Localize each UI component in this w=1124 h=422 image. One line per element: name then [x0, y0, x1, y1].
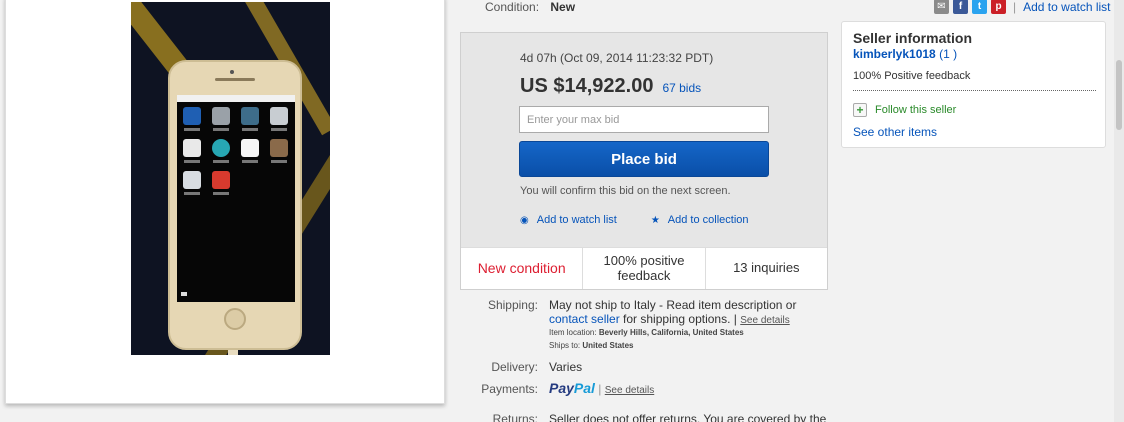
image-panel — [5, 0, 445, 404]
stat-positive-feedback: 100% positive feedback — [583, 248, 706, 289]
divider — [853, 90, 1096, 91]
share-bar: ✉ f t p | Add to watch list — [934, 0, 1111, 14]
pinterest-icon[interactable]: p — [991, 0, 1006, 14]
star-icon: ★ — [650, 214, 660, 226]
ships-to: Ships to: United States — [549, 341, 634, 350]
follow-seller-button[interactable]: + Follow this seller — [853, 103, 956, 117]
seller-info-title: Seller information — [853, 30, 973, 46]
collection-label: Add to collection — [667, 214, 749, 226]
time-left: 4d 07h (Oct 09, 2014 11:23:32 PDT) — [520, 51, 714, 65]
delivery-label: Delivery: — [491, 360, 538, 374]
shipping-label: Shipping: — [487, 298, 538, 312]
seller-username[interactable]: kimberlyk1018 (1 ) — [853, 47, 957, 61]
watch-list-label: Add to watch list — [536, 214, 617, 226]
payments-see-details-link[interactable]: See details — [605, 385, 654, 396]
eye-icon: ◉ — [520, 214, 529, 226]
condition-label: Condition: — [485, 0, 540, 14]
add-to-watch-list-button[interactable]: ◉ Add to watch list — [520, 214, 617, 226]
product-photo[interactable] — [131, 2, 330, 355]
add-to-watch-list-link[interactable]: Add to watch list — [1023, 0, 1110, 14]
follow-seller-label: Follow this seller — [875, 104, 957, 116]
shipping-line2: contact seller for shipping options. | S… — [549, 312, 790, 326]
confirm-note: You will confirm this bid on the next sc… — [520, 185, 731, 197]
plus-icon: + — [853, 103, 867, 117]
item-location-label: Item location: — [549, 328, 597, 337]
twitter-icon[interactable]: t — [972, 0, 987, 14]
condition-value: New — [550, 0, 576, 14]
condition-row: Condition: New — [485, 0, 575, 14]
current-price: US $14,922.00 — [520, 75, 654, 97]
divider: | — [1013, 0, 1017, 14]
phone-image — [168, 60, 302, 350]
seller-username-text[interactable]: kimberlyk1018 — [853, 47, 936, 61]
facebook-icon[interactable]: f — [953, 0, 968, 14]
scrollbar-thumb[interactable] — [1116, 60, 1122, 130]
max-bid-input[interactable] — [519, 106, 769, 133]
returns-label: Returns: — [492, 412, 538, 422]
payments-label: Payments: — [481, 382, 538, 396]
ships-to-value: United States — [582, 341, 634, 350]
item-location-value: Beverly Hills, California, United States — [598, 328, 744, 337]
shipping-see-details-link[interactable]: See details — [740, 315, 789, 326]
item-location: Item location: Beverly Hills, California… — [549, 328, 744, 337]
delivery-value: Varies — [549, 360, 583, 374]
shipping-options-text: for shipping options. — [619, 312, 731, 326]
home-button-image — [224, 308, 246, 330]
shipping-line1: May not ship to Italy - Read item descri… — [549, 298, 797, 312]
returns-value: Seller does not offer returns. You are c… — [549, 412, 827, 422]
stat-inquiries: 13 inquiries — [733, 260, 800, 276]
item-stats: New condition 100% positive feedback 13 … — [461, 247, 827, 289]
ships-to-label: Ships to: — [549, 341, 581, 350]
seller-information-panel: Seller information kimberlyk1018 (1 ) 10… — [841, 21, 1106, 148]
bid-box: 4d 07h (Oct 09, 2014 11:23:32 PDT) US $1… — [460, 32, 828, 290]
see-other-items-link[interactable]: See other items — [853, 125, 937, 139]
stat-new-condition: New condition — [461, 248, 584, 289]
seller-positive-feedback: 100% Positive feedback — [853, 70, 971, 82]
email-icon[interactable]: ✉ — [934, 0, 949, 14]
payments-value: PayPal | See details — [549, 380, 655, 396]
scrollbar[interactable] — [1114, 0, 1124, 422]
contact-seller-link[interactable]: contact seller — [549, 312, 620, 326]
add-to-collection-button[interactable]: ★ Add to collection — [651, 214, 749, 226]
seller-feedback-score[interactable]: (1 ) — [939, 47, 957, 61]
bids-link[interactable]: 67 bids — [662, 81, 701, 95]
paypal-logo: PayPal — [549, 380, 595, 396]
place-bid-button[interactable]: Place bid — [519, 141, 769, 177]
